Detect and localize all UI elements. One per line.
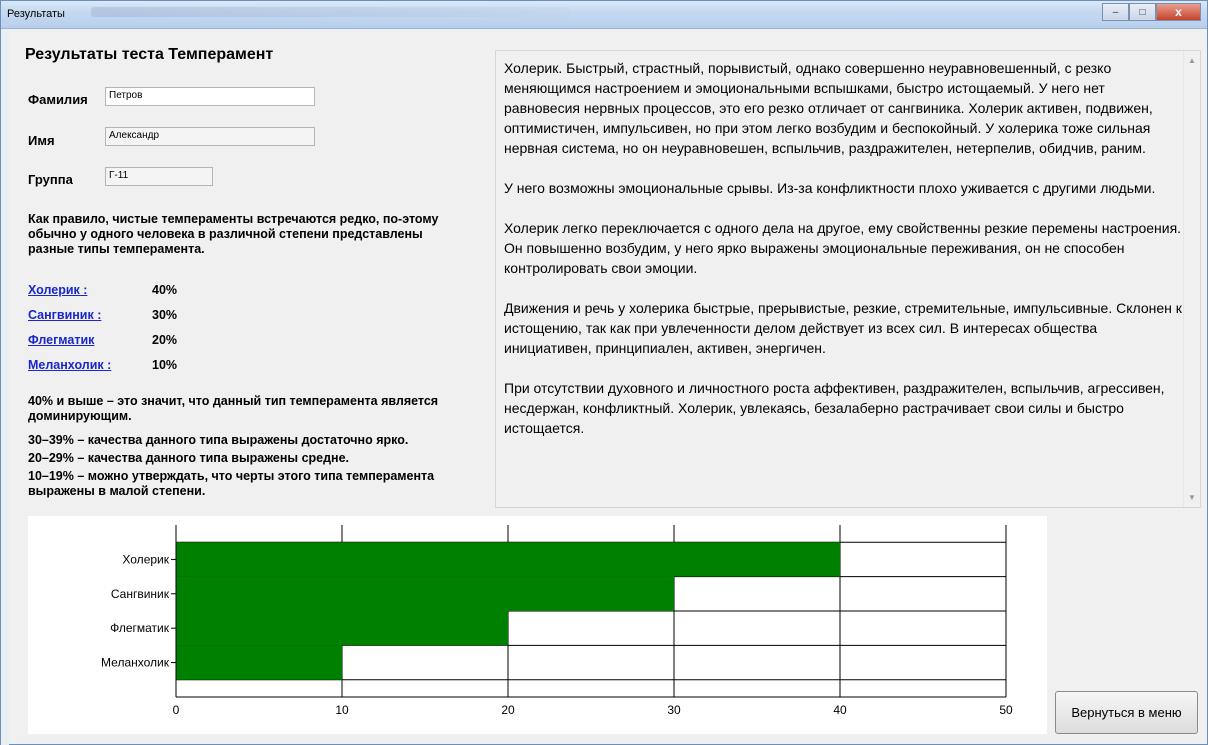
- percent-melancholic: 10%: [152, 358, 178, 372]
- title-bar-blur: [91, 7, 571, 17]
- chart-bar: [176, 576, 674, 611]
- chart-x-tick-label: 20: [501, 703, 515, 717]
- intro-note: Как правило, чистые темпераменты встреча…: [28, 212, 439, 256]
- chart-x-tick-label: 30: [667, 703, 681, 717]
- group-label: Группа: [28, 172, 73, 187]
- link-sanguine[interactable]: Сангвиник :: [28, 308, 101, 322]
- description-p5: При отсутствии духовного и личностного р…: [504, 380, 1169, 436]
- link-choleric[interactable]: Холерик :: [28, 283, 87, 297]
- chart-x-tick-label: 50: [999, 703, 1013, 717]
- percent-choleric: 40%: [152, 283, 178, 297]
- percent-sanguine: 30%: [152, 308, 178, 322]
- close-button[interactable]: x: [1156, 3, 1201, 21]
- window-title: Результаты: [7, 8, 65, 20]
- chart-x-tick-label: 40: [833, 703, 847, 717]
- description-text: Холерик. Быстрый, страстный, порывистый,…: [504, 58, 1182, 438]
- percent-phlegmatic: 20%: [152, 333, 178, 347]
- chart-category-label: Флегматик: [110, 621, 170, 635]
- surname-field[interactable]: Петров: [105, 87, 315, 106]
- scroll-down-icon[interactable]: ▼: [1188, 493, 1196, 502]
- chart-x-tick-label: 10: [335, 703, 349, 717]
- name-label: Имя: [28, 133, 55, 148]
- chart-category-label: Меланхолик: [101, 656, 170, 670]
- legend-note-bright: 30–39% – качества данного типа выражены …: [28, 433, 409, 447]
- name-field[interactable]: Александр: [105, 127, 315, 146]
- results-chart: 0 10 20 30 40 50 Холерик Сангвиник Флегматик Мела…: [28, 516, 1047, 734]
- legend-note-dominant: 40% и выше – это значит, что данный тип …: [28, 394, 439, 423]
- legend-note-low: 10–19% – можно утверждать, что черты это…: [28, 469, 435, 498]
- scroll-up-icon[interactable]: ▲: [1188, 56, 1196, 65]
- description-p1: Холерик. Быстрый, страстный, порывистый,…: [504, 60, 1157, 156]
- description-textbox[interactable]: Холерик. Быстрый, страстный, порывистый,…: [495, 50, 1201, 508]
- group-field[interactable]: Г-11: [105, 167, 213, 186]
- chart-category-label: Сангвиник: [111, 587, 170, 601]
- chart-x-tick-label: 0: [173, 703, 180, 717]
- link-phlegmatic[interactable]: Флегматик: [28, 333, 94, 347]
- description-p3: Холерик легко переключается с одного дел…: [504, 220, 1182, 276]
- window-left-edge: [1, 29, 9, 745]
- description-scrollbar[interactable]: ▲ ▼: [1183, 51, 1200, 507]
- legend-note-medium: 20–29% – качества данного типа выражены …: [28, 451, 350, 465]
- chart-category-label: Холерик: [122, 552, 169, 566]
- chart-bar: [176, 542, 840, 577]
- description-p4: Движения и речь у холерика быстрые, прер…: [504, 300, 1182, 356]
- title-bar[interactable]: Результаты – □ x: [1, 1, 1207, 29]
- surname-label: Фамилия: [28, 92, 88, 107]
- results-window: Результаты – □ x Результаты теста Темпер…: [0, 0, 1208, 745]
- page-title: Результаты теста Темперамент: [25, 46, 274, 63]
- description-p2: У него возможны эмоциональные срывы. Из-…: [504, 180, 1156, 196]
- maximize-button[interactable]: □: [1129, 3, 1156, 21]
- link-melancholic[interactable]: Меланхолик :: [28, 358, 111, 372]
- minimize-button[interactable]: –: [1102, 3, 1129, 21]
- chart-bar: [176, 645, 342, 680]
- bar-chart-svg: 0 10 20 30 40 50 Холерик Сангвиник Флегматик Мела…: [101, 525, 1013, 717]
- back-to-menu-button[interactable]: Вернуться в меню: [1055, 691, 1198, 734]
- chart-bar: [176, 611, 508, 646]
- window-controls: – □ x: [1102, 3, 1201, 21]
